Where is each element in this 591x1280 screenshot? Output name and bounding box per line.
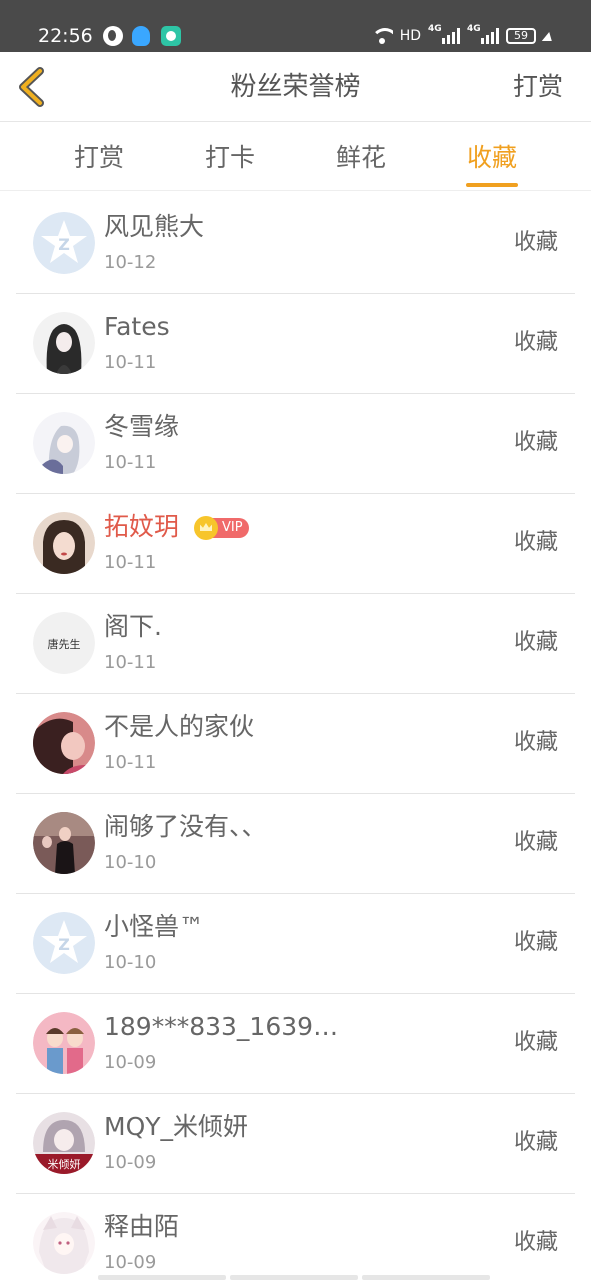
- reward-button[interactable]: 打赏: [513, 70, 563, 104]
- tab-reward[interactable]: 打赏: [73, 141, 125, 191]
- list-item[interactable]: 拓妏玥 VIP 10-11 收藏: [16, 494, 575, 594]
- wifi-icon: [370, 28, 393, 44]
- svg-text:唐先生: 唐先生: [48, 637, 81, 651]
- avatar: 米倾妍: [33, 1112, 95, 1174]
- avatar: [33, 312, 95, 374]
- crown-icon: [194, 516, 218, 540]
- avatar: Z: [33, 912, 95, 974]
- list-item[interactable]: Z 小怪兽™ 10-10 收藏: [16, 894, 575, 994]
- app-header: 粉丝荣誉榜 打赏: [0, 52, 591, 122]
- fan-name: 冬雪缘: [104, 412, 180, 441]
- fan-date: 10-11: [104, 352, 157, 373]
- status-time: 22:56: [38, 25, 93, 47]
- tab-favorites[interactable]: 收藏: [466, 141, 518, 191]
- list-item[interactable]: 米倾妍 MQY_米倾妍 10-09 收藏: [16, 1094, 575, 1194]
- svg-text:Z: Z: [58, 235, 70, 254]
- fan-action: 收藏: [513, 830, 558, 855]
- bottom-scroll-indicator: [98, 1275, 490, 1280]
- signal-icon-2: 4G: [467, 24, 499, 44]
- svg-text:Z: Z: [58, 935, 70, 954]
- status-indicators: HD 4G 4G 59: [370, 24, 555, 46]
- fan-action: 收藏: [513, 530, 558, 555]
- tab-bar: 打赏 打卡 鲜花 收藏: [0, 123, 591, 191]
- fan-date: 10-11: [104, 552, 157, 573]
- fan-name: 不是人的家伙: [104, 712, 255, 741]
- fan-action: 收藏: [513, 630, 558, 655]
- avatar: 唐先生: [33, 612, 95, 674]
- fan-name: 小怪兽™: [104, 912, 205, 941]
- list-item[interactable]: 不是人的家伙 10-11 收藏: [16, 694, 575, 794]
- fan-action: 收藏: [513, 1030, 558, 1055]
- list-item[interactable]: 189***833_16398... 10-09 收藏: [16, 994, 575, 1094]
- fan-date: 10-11: [104, 652, 157, 673]
- list-item[interactable]: 释由陌 10-09 收藏: [16, 1194, 575, 1280]
- fan-action: 收藏: [513, 930, 558, 955]
- avatar: [33, 512, 95, 574]
- fan-date: 10-11: [104, 752, 157, 773]
- fan-date: 10-10: [104, 952, 157, 973]
- avatar: [33, 1212, 95, 1274]
- list-item[interactable]: 冬雪缘 10-11 收藏: [16, 394, 575, 494]
- tab-flowers[interactable]: 鲜花: [335, 141, 387, 191]
- fan-name: Fates: [104, 312, 170, 341]
- fan-name: 阁下.: [104, 612, 162, 641]
- vip-badge: VIP: [194, 516, 249, 540]
- avatar: [33, 712, 95, 774]
- list-item[interactable]: 闹够了没有、、 10-10 收藏: [16, 794, 575, 894]
- fan-name: MQY_米倾妍: [104, 1112, 249, 1141]
- qq-icon: [132, 26, 150, 46]
- battery-icon: 59: [506, 28, 536, 44]
- page-title: 粉丝荣誉榜: [230, 72, 361, 102]
- fan-action: 收藏: [513, 430, 558, 455]
- list-item[interactable]: Z 风见熊大 10-12 收藏: [16, 194, 575, 294]
- fan-date: 10-10: [104, 852, 157, 873]
- avatar: [33, 812, 95, 874]
- globe-icon: [103, 26, 123, 46]
- tab-checkin[interactable]: 打卡: [204, 141, 256, 191]
- active-tab-indicator: [466, 183, 518, 187]
- svg-text:米倾妍: 米倾妍: [48, 1157, 81, 1171]
- fan-name: 闹够了没有、、: [104, 812, 267, 841]
- app-notification-icon: [161, 26, 181, 46]
- status-bar: 22:56 HD 4G 4G 59: [0, 0, 591, 52]
- fan-date: 10-11: [104, 452, 157, 473]
- fan-action: 收藏: [513, 330, 558, 355]
- fan-action: 收藏: [513, 1130, 558, 1155]
- hd-label: HD: [399, 28, 421, 44]
- fan-action: 收藏: [513, 1230, 558, 1255]
- list-item[interactable]: 唐先生 阁下. 10-11 收藏: [16, 594, 575, 694]
- fan-date: 10-09: [104, 1252, 157, 1273]
- fan-name: 189***833_16398...: [104, 1012, 344, 1041]
- fan-name: 释由陌: [104, 1212, 180, 1241]
- fan-action: 收藏: [513, 730, 558, 755]
- fan-name: 风见熊大: [104, 212, 205, 241]
- avatar: Z: [33, 212, 95, 274]
- fan-date: 10-09: [104, 1152, 157, 1173]
- fan-action: 收藏: [513, 230, 558, 255]
- charging-icon: [541, 31, 555, 41]
- avatar: [33, 412, 95, 474]
- fan-list: Z 风见熊大 10-12 收藏 Fates 10-11 收藏 冬雪缘 10-11…: [16, 194, 575, 1280]
- signal-icon: 4G: [428, 24, 460, 44]
- avatar: [33, 1012, 95, 1074]
- fan-name: 拓妏玥: [104, 512, 180, 541]
- list-item[interactable]: Fates 10-11 收藏: [16, 294, 575, 394]
- fan-date: 10-12: [104, 252, 157, 273]
- fan-date: 10-09: [104, 1052, 157, 1073]
